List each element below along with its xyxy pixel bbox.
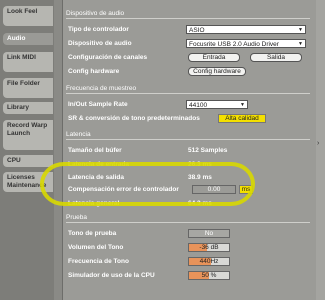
driver-error-compensation-label: Compensación error de controlador <box>68 186 179 193</box>
channel-config-label: Configuración de canales <box>68 54 148 61</box>
cpu-simulator-value: 50 <box>201 272 209 279</box>
buffer-size-row: Tamaño del búfer 512 Samples <box>68 146 308 156</box>
audio-device-dropdown[interactable]: Focusrite USB 2.0 Audio Driver ▼ <box>186 39 306 48</box>
driver-type-dropdown[interactable]: ASIO ▼ <box>186 25 306 34</box>
overall-latency-row: Latencia general 64.3 ms <box>68 199 308 209</box>
cpu-simulator-slider[interactable]: 50 % <box>188 271 230 280</box>
driver-type-row: Tipo de controlador ASIO ▼ <box>68 25 308 35</box>
audio-device-row: Dispositivo de audio Focusrite USB 2.0 A… <box>68 39 308 49</box>
sample-rate-value: 44100 <box>189 102 208 109</box>
tone-frequency-value: 440 <box>199 258 211 265</box>
test-tone-label: Tono de prueba <box>68 230 117 237</box>
tab-file-folder[interactable]: File Folder <box>3 78 53 98</box>
audio-device-value: Focusrite USB 2.0 Audio Driver <box>189 41 279 48</box>
tone-volume-row: Volumen del Tono -36 dB <box>68 243 308 253</box>
output-config-button[interactable]: Salida <box>250 53 302 62</box>
tab-record-warp-launch[interactable]: Record Warp Launch <box>3 120 53 150</box>
cpu-simulator-unit: % <box>210 272 217 279</box>
overall-latency-value: 64.3 ms <box>188 200 212 207</box>
cpu-simulator-text: 50 % <box>189 272 229 279</box>
channel-config-row: Configuración de canales Entrada Salida <box>68 53 308 63</box>
tab-look-feel[interactable]: Look Feel <box>3 6 53 26</box>
cpu-simulator-label: Simulador de uso de la CPU <box>68 272 155 279</box>
test-tone-toggle[interactable]: No <box>188 229 230 238</box>
chevron-down-icon: ▼ <box>298 27 303 33</box>
tab-licenses-maintenance[interactable]: Licenses Maintenance <box>3 172 53 192</box>
tone-volume-text: -36 dB <box>189 244 229 251</box>
preferences-sidebar: Look Feel Audio Link MIDI File Folder Li… <box>0 0 54 300</box>
tone-frequency-unit: Hz <box>210 258 219 265</box>
tone-frequency-text: 440Hz <box>189 258 229 265</box>
test-tone-row: Tono de prueba No <box>68 229 308 239</box>
driver-error-compensation-input[interactable]: 0.00 <box>192 185 236 194</box>
driver-error-compensation-unit: ms <box>239 185 253 194</box>
input-latency-row: Latencia de entrada 26.3 ms <box>68 160 308 170</box>
tone-frequency-label: Frecuencia de Tono <box>68 258 129 265</box>
chevron-down-icon: ▼ <box>298 41 303 47</box>
section-latency: Latencia <box>66 130 310 140</box>
tab-cpu[interactable]: CPU <box>3 155 53 167</box>
driver-type-label: Tipo de controlador <box>68 26 129 33</box>
buffer-size-label: Tamaño del búfer <box>68 147 122 154</box>
tone-volume-unit: dB <box>210 244 219 251</box>
hardware-config-label: Config hardware <box>68 68 120 75</box>
output-latency-row: Latencia de salida 38.9 ms <box>68 173 308 183</box>
scroll-arrow-icon: › <box>317 140 320 147</box>
high-quality-toggle[interactable]: Alta calidad <box>218 114 266 123</box>
output-latency-value: 38.9 ms <box>188 174 212 181</box>
sample-rate-label: In/Out Sample Rate <box>68 101 128 108</box>
tone-volume-label: Volumen del Tono <box>68 244 124 251</box>
input-config-button[interactable]: Entrada <box>188 53 240 62</box>
tab-library[interactable]: Library <box>3 102 53 114</box>
section-audio-device: Dispositivo de audio <box>66 9 310 19</box>
tone-frequency-slider[interactable]: 440Hz <box>188 257 230 266</box>
section-sample-rate: Frecuencia de muestreo <box>66 84 310 94</box>
scrollbar[interactable]: › <box>316 0 325 300</box>
hardware-config-row: Config hardware Config hardware <box>68 67 308 77</box>
driver-error-compensation-row: Compensación error de controlador 0.00 m… <box>68 185 308 195</box>
cpu-simulator-row: Simulador de uso de la CPU 50 % <box>68 271 308 281</box>
input-latency-label: Latencia de entrada <box>68 161 130 168</box>
section-test: Prueba <box>66 213 310 223</box>
sr-conversion-row: SR & conversión de tono predeterminados … <box>68 114 308 124</box>
tone-volume-slider[interactable]: -36 dB <box>188 243 230 252</box>
input-latency-value: 26.3 ms <box>188 161 212 168</box>
tab-audio[interactable]: Audio <box>3 33 53 45</box>
tone-frequency-row: Frecuencia de Tono 440Hz <box>68 257 308 267</box>
buffer-size-value: 512 Samples <box>188 147 228 154</box>
driver-type-value: ASIO <box>189 27 205 34</box>
overall-latency-label: Latencia general <box>68 200 120 207</box>
tab-link-midi[interactable]: Link MIDI <box>3 52 53 72</box>
output-latency-label: Latencia de salida <box>68 174 124 181</box>
sr-conversion-label: SR & conversión de tono predeterminados <box>68 115 200 122</box>
audio-preferences-panel: Dispositivo de audio Tipo de controlador… <box>62 0 316 300</box>
sample-rate-dropdown[interactable]: 44100 ▼ <box>186 100 248 109</box>
audio-device-label: Dispositivo de audio <box>68 40 132 47</box>
tone-volume-value: -36 <box>199 244 209 251</box>
hardware-config-button[interactable]: Config hardware <box>188 67 246 76</box>
sample-rate-row: In/Out Sample Rate 44100 ▼ <box>68 100 308 110</box>
chevron-down-icon: ▼ <box>240 102 245 108</box>
